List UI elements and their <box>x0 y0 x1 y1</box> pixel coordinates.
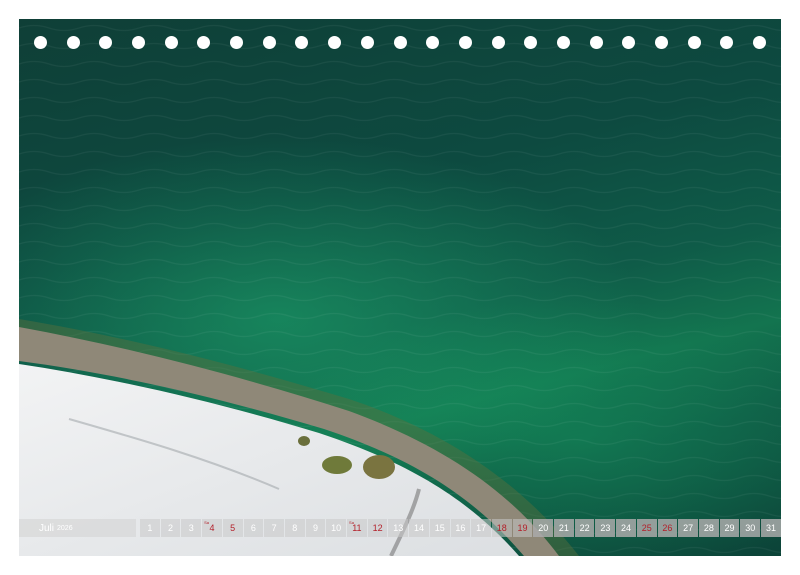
calendar-day: 12 <box>367 519 388 537</box>
binding-hole <box>132 36 146 49</box>
calendar-strip: Juli 2026 1 2 3 4 Sa 5 6 7 8 9 10 11 Sa 12 13 14 15 16 17 1… <box>19 519 781 537</box>
binding-hole <box>753 36 766 49</box>
binding-hole <box>262 36 276 49</box>
calendar-day-number: 1 <box>147 523 153 533</box>
calendar-day: 17 <box>471 519 491 537</box>
calendar-day-number: 18 <box>496 523 507 533</box>
calendar-day: 30 <box>740 519 761 537</box>
calendar-day-number: 4 <box>209 523 215 533</box>
calendar-day-number: 12 <box>372 523 383 533</box>
calendar-days: 1 2 3 4 Sa 5 6 7 8 9 10 11 Sa 12 13 14 15 16 17 18 19 20 21 22 2… <box>140 519 781 537</box>
calendar-day-number: 9 <box>312 523 318 533</box>
calendar-day-number: 15 <box>434 523 445 533</box>
binding-hole <box>66 36 80 49</box>
calendar-day-number: 14 <box>413 523 424 533</box>
calendar-day: 2 <box>160 519 181 537</box>
calendar-day-number: 13 <box>393 523 404 533</box>
calendar-day: 25 <box>636 519 657 537</box>
shrub <box>363 455 395 479</box>
calendar-day: 13 <box>388 519 409 537</box>
shrub <box>298 436 310 446</box>
calendar-day-number: 27 <box>683 523 694 533</box>
calendar-day-number: 10 <box>331 523 342 533</box>
calendar-day: 27 <box>678 519 698 537</box>
calendar-day: 5 <box>222 519 243 537</box>
calendar-day-number: 8 <box>292 523 298 533</box>
calendar-day: 7 <box>264 519 284 537</box>
calendar-day: 4 Sa <box>202 519 222 537</box>
binding-hole <box>328 36 342 49</box>
calendar-day-number: 2 <box>168 523 174 533</box>
calendar-day-number: 7 <box>271 523 277 533</box>
calendar-day-number: 16 <box>455 523 466 533</box>
calendar-day: 16 <box>450 519 471 537</box>
binding-hole <box>524 36 538 49</box>
calendar-day: 3 <box>181 519 202 537</box>
calendar-day-number: 3 <box>188 523 194 533</box>
binding-hole <box>720 36 734 49</box>
calendar-day: 24 <box>616 519 636 537</box>
calendar-day: 15 <box>429 519 450 537</box>
binding-hole <box>589 36 603 49</box>
calendar-day-number: 31 <box>765 523 776 533</box>
shrub <box>322 456 352 474</box>
binding-hole <box>687 36 701 49</box>
calendar-day-number: 30 <box>745 523 756 533</box>
binding-hole <box>164 36 178 49</box>
calendar-day-number: 6 <box>250 523 256 533</box>
binding-hole <box>295 36 309 49</box>
calendar-day-number: 25 <box>641 523 652 533</box>
calendar-day: 19 <box>512 519 533 537</box>
calendar-day: 20 <box>533 519 554 537</box>
binding-hole <box>426 36 440 49</box>
calendar-day: 14 <box>409 519 429 537</box>
calendar-day: 10 <box>326 519 347 537</box>
calendar-day-number: 29 <box>724 523 735 533</box>
binding-hole <box>34 36 47 49</box>
calendar-day: 18 <box>491 519 512 537</box>
month-label: Juli <box>39 522 55 534</box>
aerial-lake-photo <box>19 19 781 556</box>
year-label: 2026 <box>57 524 73 532</box>
calendar-day: 21 <box>554 519 574 537</box>
binding-hole <box>393 36 407 49</box>
calendar-day: 22 <box>574 519 595 537</box>
calendar-day-number: 17 <box>476 523 487 533</box>
binding-hole <box>622 36 636 49</box>
binding-hole <box>230 36 244 49</box>
binding-hole <box>197 36 211 49</box>
calendar-month: Juli 2026 <box>19 519 136 537</box>
binding-hole <box>458 36 472 49</box>
binding-hole <box>99 36 113 49</box>
calendar-day: 9 <box>305 519 326 537</box>
calendar-day: 1 <box>140 519 160 537</box>
binding-hole <box>556 36 570 49</box>
calendar-day-number: 26 <box>662 523 673 533</box>
calendar-day: 23 <box>595 519 616 537</box>
calendar-day: 28 <box>698 519 719 537</box>
binding-hole <box>491 36 505 49</box>
calendar-day-number: 28 <box>703 523 714 533</box>
calendar-day-note: Sa <box>204 520 210 525</box>
calendar-day-number: 20 <box>538 523 549 533</box>
binding-holes <box>0 0 800 60</box>
calendar-day-number: 19 <box>517 523 528 533</box>
calendar-day: 29 <box>719 519 740 537</box>
calendar-day: 11 Sa <box>347 519 367 537</box>
calendar-day: 6 <box>243 519 264 537</box>
binding-hole <box>360 36 374 49</box>
calendar-day-number: 23 <box>600 523 611 533</box>
calendar-day-number: 5 <box>230 523 236 533</box>
calendar-day-number: 22 <box>579 523 590 533</box>
calendar-day: 8 <box>284 519 305 537</box>
calendar-day-number: 21 <box>558 523 569 533</box>
calendar-day: 31 <box>761 519 781 537</box>
calendar-day-note: Sa <box>349 520 354 525</box>
shoreline-illustration <box>19 19 781 556</box>
binding-hole <box>654 36 668 49</box>
calendar-day-number: 24 <box>621 523 632 533</box>
calendar-day: 26 <box>657 519 678 537</box>
